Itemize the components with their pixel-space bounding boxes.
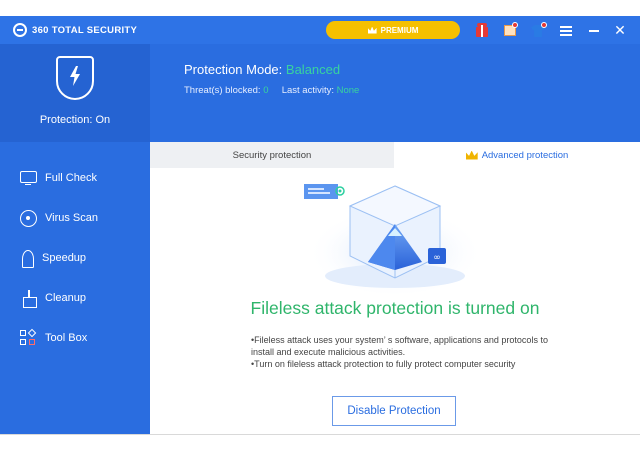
title-bar-actions: PREMIUM ✕ xyxy=(150,16,640,44)
tab-label: Security protection xyxy=(232,149,312,161)
logo-icon xyxy=(13,23,27,37)
tab-label: Advanced protection xyxy=(481,149,569,161)
premium-label: PREMIUM xyxy=(380,25,419,35)
sidebar-item-virus-scan[interactable]: Virus Scan xyxy=(0,198,150,238)
premium-button[interactable]: PREMIUM xyxy=(326,21,460,39)
shield-icon xyxy=(56,56,94,100)
message-icon[interactable] xyxy=(502,22,518,38)
app-window: 360 TOTAL SECURITY PREMIUM ✕ Protection:… xyxy=(0,16,640,434)
menu-icon[interactable] xyxy=(558,22,574,38)
description-bullet: •Fileless attack uses your system’ s sof… xyxy=(251,335,548,357)
status-headline: Fileless attack protection is turned on xyxy=(250,298,540,318)
app-logo: 360 TOTAL SECURITY xyxy=(0,16,150,44)
rocket-icon xyxy=(20,249,34,268)
skin-icon[interactable] xyxy=(530,22,547,38)
gift-icon[interactable] xyxy=(474,22,490,38)
crown-icon xyxy=(367,26,377,34)
protection-mode: Protection Mode: Balanced xyxy=(184,62,340,77)
protection-mode-label: Protection Mode: xyxy=(184,62,283,77)
sidebar-item-label: Cleanup xyxy=(45,292,86,304)
sidebar-item-cleanup[interactable]: Cleanup xyxy=(0,278,150,318)
monitor-icon xyxy=(20,170,37,185)
sidebar-item-label: Tool Box xyxy=(45,332,88,344)
fileless-protection-illustration: ∞ xyxy=(304,184,483,294)
threats-label: Threat(s) blocked: xyxy=(184,85,261,96)
activity-value[interactable]: None xyxy=(337,85,360,96)
close-icon[interactable]: ✕ xyxy=(612,22,628,38)
protection-status: Protection: On xyxy=(39,114,111,126)
protection-tabs: Security protection Advanced protection xyxy=(150,142,640,168)
main-content: Security protection Advanced protection xyxy=(150,142,640,434)
svg-text:∞: ∞ xyxy=(433,253,441,263)
toolbox-icon xyxy=(20,328,37,347)
sidebar-item-full-check[interactable]: Full Check xyxy=(0,158,150,198)
sidebar-item-label: Speedup xyxy=(42,252,87,264)
scan-icon xyxy=(20,209,37,227)
description: •Fileless attack uses your system’ s sof… xyxy=(251,334,551,370)
notification-dot xyxy=(512,22,518,28)
protection-status-panel[interactable]: Protection: On xyxy=(0,44,150,142)
broom-icon xyxy=(20,289,37,308)
notification-dot xyxy=(541,22,547,28)
title-bar: 360 TOTAL SECURITY PREMIUM ✕ xyxy=(0,16,640,44)
description-bullet: •Turn on fileless attack protection to f… xyxy=(251,359,516,369)
crown-icon xyxy=(465,150,478,160)
tab-advanced-protection[interactable]: Advanced protection xyxy=(394,142,640,168)
sidebar: Full Check Virus Scan Speedup Cleanup To… xyxy=(0,142,150,434)
app-title: 360 TOTAL SECURITY xyxy=(32,24,138,36)
sidebar-item-speedup[interactable]: Speedup xyxy=(0,238,150,278)
disable-protection-button[interactable]: Disable Protection xyxy=(332,396,456,426)
sidebar-item-label: Virus Scan xyxy=(45,212,98,224)
sidebar-item-tool-box[interactable]: Tool Box xyxy=(0,318,150,358)
sidebar-item-label: Full Check xyxy=(45,172,97,184)
window-bottom-edge xyxy=(0,434,640,435)
threats-value[interactable]: 0 xyxy=(263,85,268,96)
tab-security-protection[interactable]: Security protection xyxy=(150,142,394,168)
protection-stats: Threat(s) blocked: 0 Last activity: None xyxy=(184,85,359,96)
activity-label: Last activity: xyxy=(281,85,334,96)
protection-mode-value[interactable]: Balanced xyxy=(286,62,340,77)
minimize-icon[interactable] xyxy=(586,22,602,38)
